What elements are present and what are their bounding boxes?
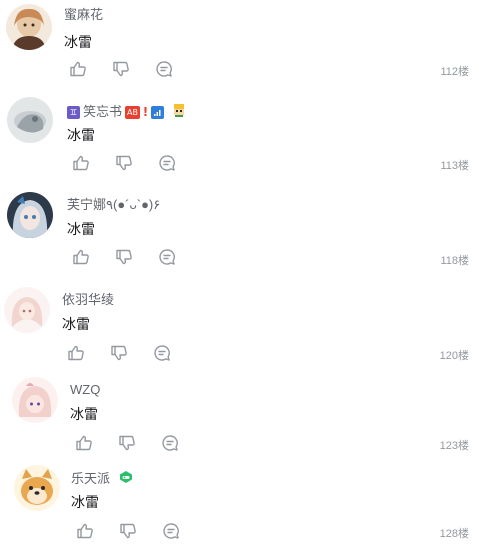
comment-text: 冰雷 — [67, 221, 95, 237]
thumbs-up-icon[interactable] — [72, 154, 90, 172]
thumbs-down-icon[interactable] — [112, 60, 130, 78]
reply-bubble-icon[interactable] — [162, 522, 180, 540]
comment-actions — [69, 60, 198, 78]
comment-actions — [76, 522, 205, 540]
pixel-character-icon — [171, 102, 187, 122]
comment-item: 芙宁娜٩(●´ᴗ`●)۶ 冰雷 118楼 — [0, 189, 479, 281]
comment-item: ♊ 笑忘书 AB ! 冰雷 113楼 — [0, 94, 479, 186]
avatar[interactable] — [7, 97, 53, 143]
thumbs-up-icon[interactable] — [69, 60, 87, 78]
avatar[interactable] — [14, 465, 60, 511]
signal-badge-icon — [151, 105, 165, 119]
username[interactable]: 依羽华绫 — [62, 292, 114, 308]
avatar[interactable] — [7, 192, 53, 238]
username[interactable]: ♊ 笑忘书 AB ! — [67, 102, 187, 122]
comment-item: 乐天派 冰雷 128楼 — [0, 462, 479, 554]
username-text[interactable]: 笑忘书 — [83, 104, 122, 120]
username-text[interactable]: 蜜麻花 — [64, 7, 103, 23]
gamepad-badge-icon — [119, 470, 133, 488]
gemini-zodiac-icon: ♊ — [67, 105, 80, 119]
thumbs-down-icon[interactable] — [115, 154, 133, 172]
comment-text: 冰雷 — [71, 494, 99, 510]
comment-text: 冰雷 — [67, 127, 95, 143]
comment-item: 依羽华绫 冰雷 120楼 — [0, 284, 479, 376]
thumbs-up-icon[interactable] — [67, 344, 85, 362]
reply-bubble-icon[interactable] — [155, 60, 173, 78]
avatar[interactable] — [12, 377, 58, 423]
ab-badge-icon: AB — [125, 105, 141, 119]
comment-actions — [67, 344, 196, 362]
thumbs-up-icon[interactable] — [72, 248, 90, 266]
reply-bubble-icon[interactable] — [158, 248, 176, 266]
username[interactable]: 芙宁娜٩(●´ᴗ`●)۶ — [67, 197, 160, 213]
thumbs-down-icon[interactable] — [118, 434, 136, 452]
floor-number: 113楼 — [440, 160, 469, 172]
comment-actions — [75, 434, 204, 452]
reply-bubble-icon[interactable] — [153, 344, 171, 362]
comment-actions — [72, 154, 201, 172]
username[interactable]: WZQ — [70, 382, 100, 398]
floor-number: 128楼 — [439, 528, 469, 540]
username[interactable]: 蜜麻花 — [64, 7, 103, 23]
comment-item: 蜜麻花 冰雷 112楼 — [0, 0, 479, 92]
thumbs-up-icon[interactable] — [76, 522, 94, 540]
username-text[interactable]: 芙宁娜٩(●´ᴗ`●)۶ — [67, 197, 160, 213]
username[interactable]: 乐天派 — [71, 470, 133, 488]
floor-number: 118楼 — [440, 255, 469, 267]
comment-item: WZQ 冰雷 123楼 — [0, 374, 479, 466]
username-text[interactable]: 乐天派 — [71, 471, 110, 487]
avatar[interactable] — [6, 4, 52, 50]
comment-text: 冰雷 — [62, 316, 90, 332]
thumbs-down-icon[interactable] — [115, 248, 133, 266]
floor-number: 123楼 — [439, 440, 469, 452]
comment-text: 冰雷 — [70, 406, 98, 422]
avatar[interactable] — [4, 287, 50, 333]
thumbs-down-icon[interactable] — [110, 344, 128, 362]
thumbs-up-icon[interactable] — [75, 434, 93, 452]
thumbs-down-icon[interactable] — [119, 522, 137, 540]
exclamation-icon: ! — [142, 104, 149, 119]
comment-text: 冰雷 — [64, 34, 92, 50]
reply-bubble-icon[interactable] — [158, 154, 176, 172]
reply-bubble-icon[interactable] — [161, 434, 179, 452]
floor-number: 120楼 — [439, 350, 469, 362]
username-text[interactable]: 依羽华绫 — [62, 292, 114, 308]
comment-actions — [72, 248, 201, 266]
username-text[interactable]: WZQ — [70, 382, 100, 398]
floor-number: 112楼 — [440, 66, 469, 78]
